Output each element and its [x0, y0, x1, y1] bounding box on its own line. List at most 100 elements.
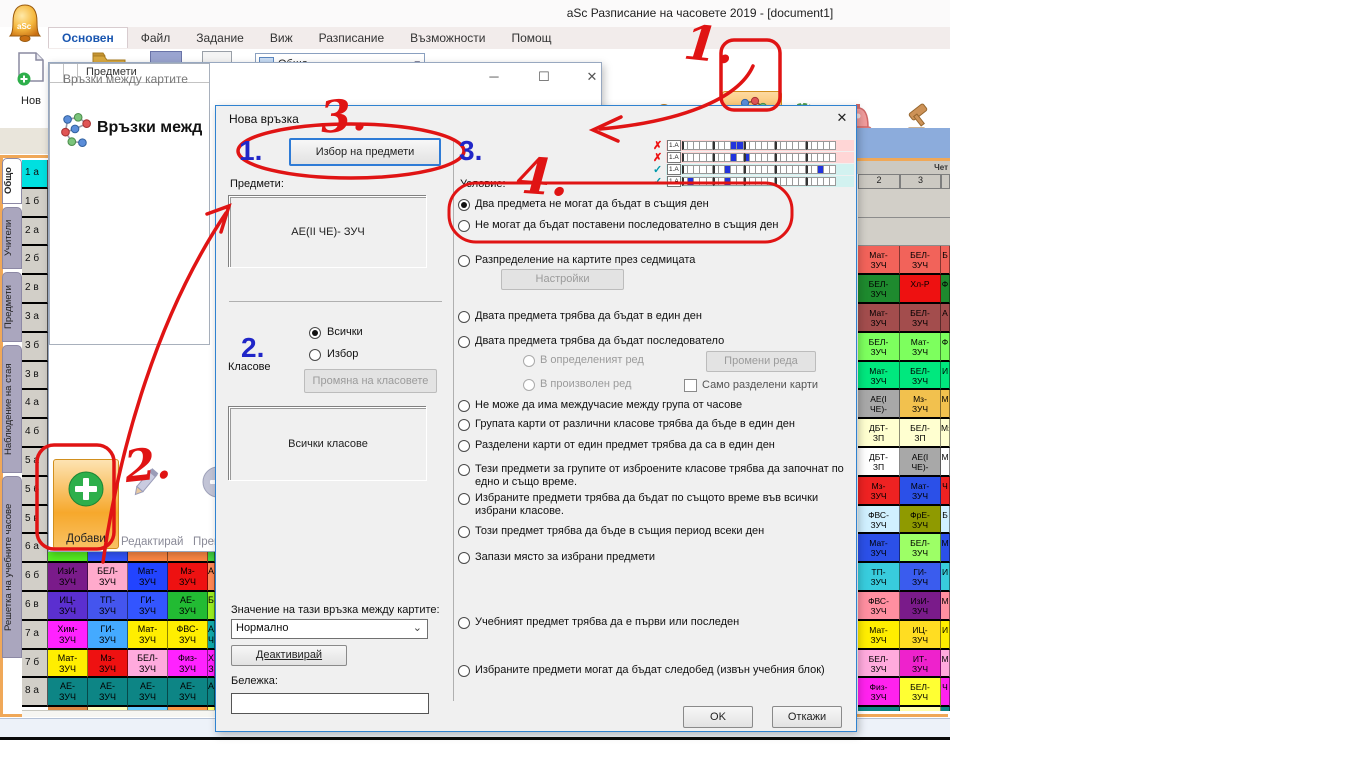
deactivate-button[interactable]: Деактивирай	[231, 645, 347, 666]
timetable-cell[interactable]: БЕЛ-ЗУЧ	[858, 650, 900, 679]
timetable-cell[interactable]: ДБТ-ЗП	[858, 448, 900, 477]
condition-radio-label-10[interactable]: Този предмет трябва да бъде в същия пери…	[475, 525, 764, 537]
timetable-cell[interactable]: АЕ(IЧЕ)-	[858, 390, 900, 419]
timetable-cell[interactable]: ФВС-ЗУЧ	[858, 506, 900, 535]
classes-box[interactable]: Всички класове	[229, 407, 427, 481]
cancel-button[interactable]: Откажи	[772, 706, 842, 728]
class-row-header[interactable]: 2 б	[22, 246, 48, 275]
timetable-cell[interactable]: Ф	[941, 333, 950, 362]
condition-radio-label-9[interactable]: Избраните предмети трябва да бъдат по съ…	[475, 492, 845, 518]
condition-radio-label-2[interactable]: Разпределение на картите през седмицата	[475, 254, 695, 266]
timetable-cell[interactable]: Мат-ЗУЧ	[900, 333, 941, 362]
timetable-cell[interactable]: Физ-ЗУЧ	[168, 650, 208, 679]
class-row-header[interactable]: 8 а	[22, 678, 48, 707]
timetable-cell[interactable]: Б	[941, 246, 950, 275]
settings-button[interactable]: Настройки	[501, 269, 624, 290]
timetable-cell[interactable]: ИТ-ЗУЧ	[900, 650, 941, 679]
condition-radio-10[interactable]	[458, 526, 470, 538]
subjects-box[interactable]: АЕ(II ЧЕ)- ЗУЧ	[229, 196, 427, 268]
timetable-cell[interactable]: Б	[208, 592, 215, 621]
timetable-cell[interactable]: Мат-ЗУЧ	[858, 534, 900, 563]
condition-radio-7[interactable]	[458, 440, 470, 452]
class-row-header[interactable]: 5 в	[22, 506, 48, 535]
timetable-cell[interactable]: Физ-ЗУЧ	[858, 678, 900, 707]
condition-radio-9[interactable]	[458, 493, 470, 505]
side-tab-3[interactable]: Наблюдение на стая	[2, 345, 22, 473]
timetable-cell[interactable]: Мз-ЗУЧ	[168, 563, 208, 592]
timetable-cell[interactable]: БЕЛ-ЗУЧ	[900, 246, 941, 275]
timetable-cell[interactable]: А	[941, 304, 950, 333]
condition-radio-8[interactable]	[458, 464, 470, 476]
timetable-cell[interactable]: БЕЛ-ЗУЧ	[900, 678, 941, 707]
timetable-cell[interactable]: ИЦ-ЗУЧ	[48, 592, 88, 621]
timetable-cell[interactable]: Мат-ЗУЧ	[128, 621, 168, 650]
choice-classes-radio[interactable]	[309, 349, 321, 361]
minimize-icon[interactable]: ─	[479, 69, 509, 89]
timetable-cell[interactable]: Мат-ЗУЧ	[48, 650, 88, 679]
horizontal-scrollbar[interactable]	[22, 710, 215, 717]
condition-radio-label-13[interactable]: Избраните предмети могат да бъдат следоб…	[475, 664, 825, 676]
meaning-select[interactable]: Нормално ⌄	[231, 619, 428, 639]
condition-radio-6[interactable]	[458, 419, 470, 431]
side-tab-2[interactable]: Предмети	[2, 272, 22, 342]
timetable-cell[interactable]: ГИ-ЗУЧ	[88, 621, 128, 650]
class-row-header[interactable]: 6 б	[22, 563, 48, 592]
timetable-cell[interactable]: ФрЕ-ЗУЧ	[900, 506, 941, 535]
condition-radio-label-6[interactable]: Групата карти от различни класове трябва…	[475, 418, 795, 430]
split-cards-label[interactable]: Само разделени карти	[702, 379, 818, 391]
timetable-cell[interactable]: Мз-ЗУЧ	[858, 477, 900, 506]
timetable-cell[interactable]: ТП-ЗУЧ	[858, 563, 900, 592]
timetable-cell-partial[interactable]	[900, 707, 941, 711]
timetable-cell[interactable]: И	[941, 621, 950, 650]
class-row-header[interactable]: 1 а	[22, 160, 48, 189]
timetable-cell[interactable]: БЕЛ-ЗУЧ	[858, 333, 900, 362]
side-tab-1[interactable]: Учители	[2, 207, 22, 269]
timetable-cell[interactable]: ИзИ-ЗУЧ	[900, 592, 941, 621]
side-tab-0[interactable]: Общо	[2, 158, 22, 204]
condition-radio-label-7[interactable]: Разделени карти от един предмет трябва д…	[475, 439, 775, 451]
close-icon[interactable]: ✕	[577, 69, 607, 89]
menu-item-2[interactable]: Задание	[183, 28, 257, 48]
timetable-cell[interactable]: Мз	[941, 419, 950, 448]
right-grid-empty-row[interactable]	[858, 189, 950, 218]
timetable-cell[interactable]: БЕЛ-ЗУЧ	[88, 563, 128, 592]
note-input[interactable]	[231, 693, 429, 714]
condition-radio-label-8[interactable]: Тези предмети за групите от изброените к…	[475, 463, 845, 489]
condition-radio-5[interactable]	[458, 400, 470, 412]
class-row-header[interactable]: 5 б	[22, 477, 48, 506]
timetable-cell[interactable]: Мат-ЗУЧ	[128, 563, 168, 592]
timetable-cell[interactable]: М	[941, 448, 950, 477]
timetable-cell[interactable]: М	[941, 650, 950, 679]
timetable-cell[interactable]: Мз-ЗУЧ	[88, 650, 128, 679]
class-row-header[interactable]: 3 б	[22, 333, 48, 362]
timetable-cell[interactable]: Хл-Р	[900, 275, 941, 304]
class-row-header[interactable]: 5 а	[22, 448, 48, 477]
timetable-cell[interactable]: ФВС-ЗУЧ	[858, 592, 900, 621]
timetable-cell[interactable]: ИЦ-ЗУЧ	[900, 621, 941, 650]
change-order-button[interactable]: Промени реда	[706, 351, 816, 372]
timetable-cell[interactable]: БЕЛ-ЗП	[900, 419, 941, 448]
class-row-header[interactable]: 7 а	[22, 621, 48, 650]
random-order-radio[interactable]	[523, 379, 535, 391]
timetable-cell[interactable]: ФВС-ЗУЧ	[168, 621, 208, 650]
timetable-cell[interactable]: АЕ-ЗУЧ	[168, 592, 208, 621]
maximize-icon[interactable]: ☐	[529, 69, 559, 89]
timetable-cell[interactable]: ГИ-ЗУЧ	[900, 563, 941, 592]
class-row-header[interactable]: 1 б	[22, 189, 48, 218]
timetable-cell[interactable]: А	[208, 678, 215, 707]
app-bell-icon[interactable]: aSc	[6, 1, 44, 50]
menu-item-4[interactable]: Разписание	[306, 28, 398, 48]
class-row-header[interactable]: 4 а	[22, 390, 48, 419]
all-classes-radio-label[interactable]: Всички	[327, 326, 363, 338]
timetable-cell[interactable]: Мат-ЗУЧ	[858, 246, 900, 275]
menu-item-5[interactable]: Възможности	[397, 28, 498, 48]
timetable-cell[interactable]: БЕЛ-ЗУЧ	[900, 362, 941, 391]
timetable-cell-partial[interactable]	[858, 707, 900, 711]
condition-radio-label-0[interactable]: Два предмета не могат да бъдат в същия д…	[475, 198, 709, 210]
timetable-cell[interactable]: М	[941, 592, 950, 621]
condition-radio-1[interactable]	[458, 220, 470, 232]
timetable-cell[interactable]: ТП-ЗУЧ	[88, 592, 128, 621]
edit-button[interactable]	[127, 465, 163, 506]
timetable-cell[interactable]: Мат-ЗУЧ	[858, 304, 900, 333]
class-row-header[interactable]: 6 а	[22, 534, 48, 563]
